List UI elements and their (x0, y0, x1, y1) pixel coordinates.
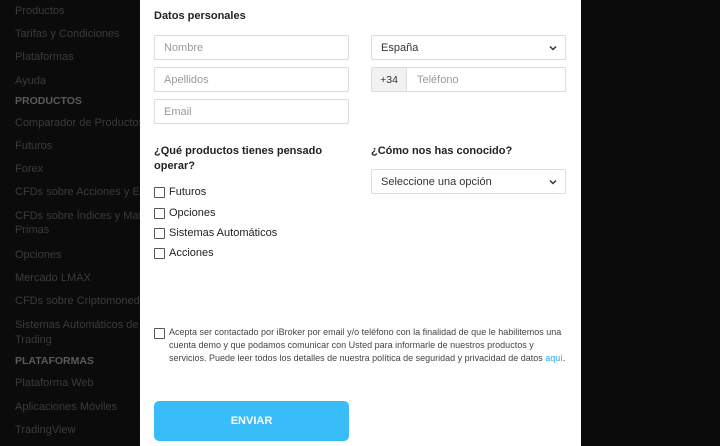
sidebar-heading: PLATAFORMAS (15, 355, 94, 367)
phone-prefix: +34 (372, 68, 407, 91)
product-option-sistemas[interactable]: Sistemas Automáticos (154, 227, 277, 239)
product-option-acciones[interactable]: Acciones (154, 247, 214, 259)
product-label: Acciones (169, 247, 214, 259)
sidebar-item: CFDs sobre Índices y Materias (15, 210, 140, 222)
consent-body: Acepta ser contactado por iBroker por em… (169, 327, 562, 364)
section-title: Datos personales (154, 10, 246, 22)
sidebar-item: Plataforma Web (15, 377, 94, 389)
source-question: ¿Cómo nos has conocido? (371, 145, 513, 157)
source-select[interactable]: Seleccione una opción (371, 169, 566, 194)
consent-row: Acepta ser contactado por iBroker por em… (154, 326, 566, 366)
consent-end: . (562, 353, 566, 364)
checkbox[interactable] (154, 227, 165, 239)
phone-input[interactable]: Teléfono (417, 74, 459, 86)
sidebar-item: Mercado LMAX (15, 272, 91, 284)
product-label: Opciones (169, 207, 216, 219)
sidebar-item: Trading (15, 334, 52, 346)
chevron-down-icon (549, 179, 557, 185)
country-value: España (381, 41, 419, 54)
sidebar-item: Sistemas Automáticos de (15, 319, 139, 331)
sidebar-item: CFDs sobre Acciones y ETFs (15, 186, 140, 198)
sidebar-item: Comparador de Productos (15, 117, 140, 129)
product-label: Sistemas Automáticos (169, 227, 278, 239)
sidebar-item: Forex (15, 163, 44, 175)
sidebar-item: Primas (15, 224, 50, 236)
source-value: Seleccione una opción (381, 175, 492, 188)
consent-text: Acepta ser contactado por iBroker por em… (169, 326, 566, 366)
phone-field[interactable]: +34 Teléfono (371, 67, 566, 92)
contact-form-modal: Datos personales Nombre Apellidos Email … (140, 0, 581, 446)
sidebar-item: Futuros (15, 140, 53, 152)
name-input[interactable]: Nombre (154, 35, 349, 60)
product-label: Futuros (169, 186, 207, 198)
sidebar-heading: PRODUCTOS (15, 95, 82, 107)
background-sidebar-menu: Productos Tarifas y Condiciones Platafor… (0, 0, 140, 446)
page: Productos Tarifas y Condiciones Platafor… (0, 0, 720, 446)
submit-button[interactable]: ENVIAR (154, 401, 349, 441)
sidebar-item: Productos (15, 5, 65, 17)
sidebar-item: Tarifas y Condiciones (15, 28, 120, 40)
country-select[interactable]: España (371, 35, 566, 60)
sidebar-item: TradingView (15, 424, 76, 436)
chevron-down-icon (549, 45, 557, 51)
checkbox[interactable] (154, 207, 165, 219)
consent-checkbox[interactable] (154, 328, 165, 339)
surname-input[interactable]: Apellidos (154, 67, 349, 92)
product-option-futuros[interactable]: Futuros (154, 186, 206, 198)
email-input[interactable]: Email (154, 99, 349, 124)
sidebar-item: Opciones (15, 249, 62, 261)
products-question: ¿Qué productos tienes pensado operar? (154, 145, 323, 172)
product-option-opciones[interactable]: Opciones (154, 207, 215, 219)
sidebar-item: Ayuda (15, 75, 46, 87)
overlay-backdrop[interactable] (581, 0, 720, 446)
sidebar-item: CFDs sobre Criptomonedas (15, 295, 140, 307)
checkbox[interactable] (154, 186, 165, 198)
sidebar-item: Plataformas (15, 51, 74, 63)
checkbox[interactable] (154, 247, 165, 259)
privacy-link[interactable]: aquí (545, 353, 563, 363)
sidebar-item: Aplicaciones Móviles (15, 401, 118, 413)
